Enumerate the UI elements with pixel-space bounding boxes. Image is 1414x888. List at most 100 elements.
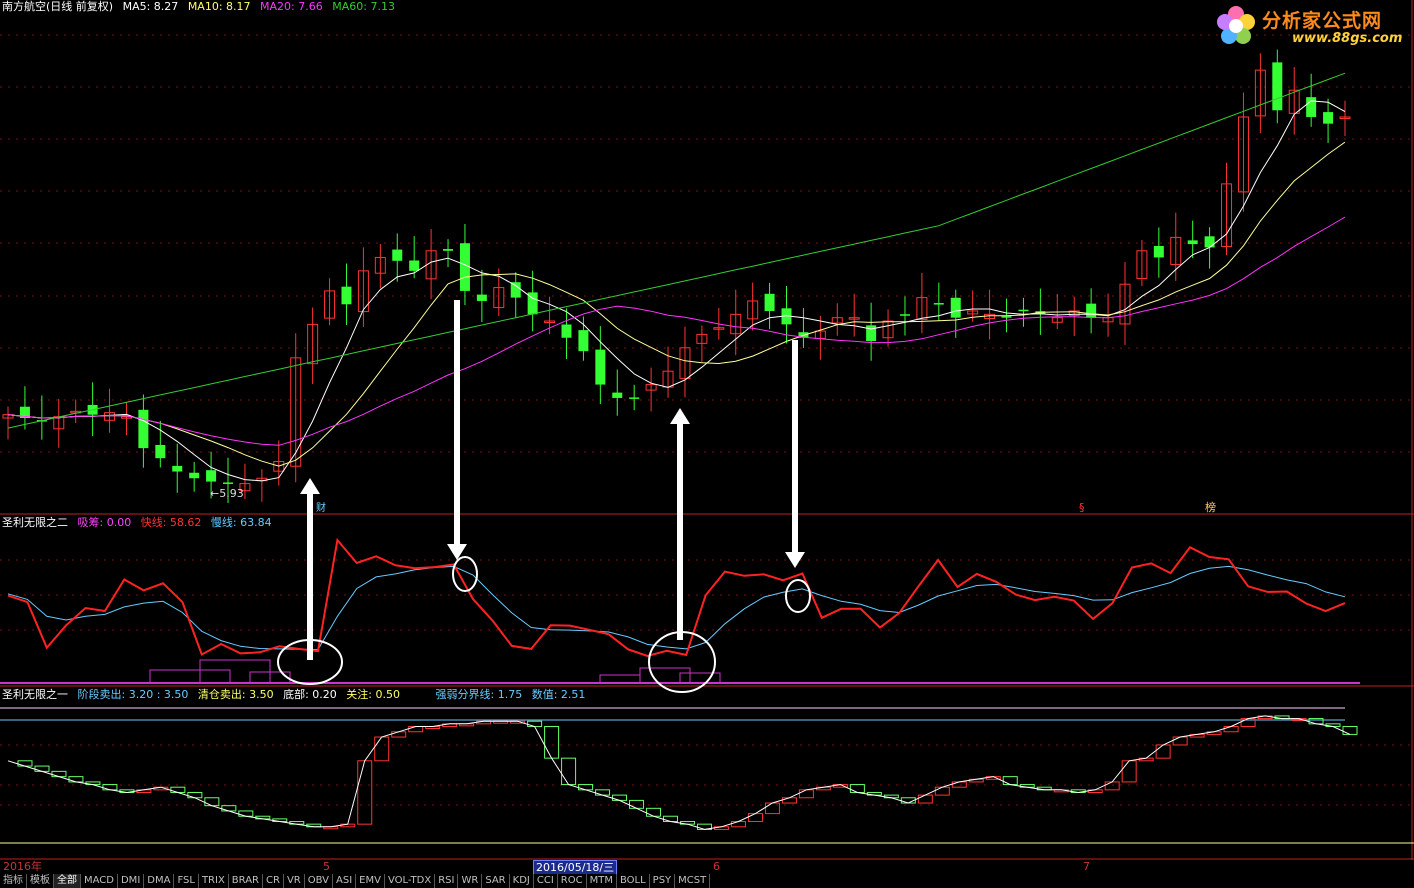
- stock-chart[interactable]: ←5.93 财 § 榜: [0, 0, 1414, 860]
- candle-body-down: [172, 465, 183, 472]
- candle-body-down: [155, 444, 166, 459]
- panel3-value: 数值: 2.51: [531, 688, 586, 701]
- stage-box: [629, 799, 645, 809]
- stage-box: [68, 776, 84, 783]
- candle-body-down: [459, 243, 470, 291]
- stage-box: [204, 797, 220, 807]
- annotation-arrow-up-shaft: [307, 492, 313, 660]
- candle-body-down: [899, 314, 910, 316]
- tab-dmi[interactable]: DMI: [117, 874, 145, 888]
- tab-roc[interactable]: ROC: [557, 874, 587, 888]
- tab-obv[interactable]: OBV: [304, 874, 333, 888]
- tab-emv[interactable]: EMV: [356, 874, 385, 888]
- tab-cci[interactable]: CCI: [533, 874, 558, 888]
- stage-box: [374, 736, 390, 762]
- stage-box: [408, 725, 424, 733]
- slow-line: [7, 565, 1346, 651]
- panel3-clear-sell: 清仓卖出: 3.50: [197, 688, 274, 701]
- tab-trix[interactable]: TRIX: [198, 874, 229, 888]
- candle-body-down: [578, 330, 589, 352]
- logo-url: www.88gs.com: [1292, 31, 1403, 46]
- tab-kdj[interactable]: KDJ: [509, 874, 534, 888]
- fast-line: [7, 537, 1346, 658]
- tab-brar[interactable]: BRAR: [228, 874, 263, 888]
- date-month-6: 6: [713, 860, 720, 873]
- candle-body-down: [341, 286, 352, 305]
- tab-vr[interactable]: VR: [283, 874, 305, 888]
- tab-mcst[interactable]: MCST: [675, 874, 711, 888]
- stage-box: [595, 789, 611, 796]
- stage-box: [357, 760, 373, 825]
- value-line: [7, 715, 1351, 830]
- stage-box: [646, 807, 662, 817]
- ma10-label: MA10: 8.17: [187, 0, 251, 13]
- stock-title: 南方航空(日线 前复权): [2, 0, 114, 13]
- tab-rsi[interactable]: RSI: [435, 874, 459, 888]
- tab-boll[interactable]: BOLL: [616, 874, 650, 888]
- tab-mtm[interactable]: MTM: [586, 874, 617, 888]
- stage-box: [1104, 781, 1120, 791]
- low-price-marker: ←5.93: [210, 487, 244, 500]
- stage-box: [1223, 725, 1239, 733]
- candle-body-down: [223, 482, 234, 484]
- candle-body-down: [189, 472, 200, 479]
- candle-body-down: [1272, 62, 1283, 111]
- stage-box: [951, 781, 967, 788]
- stage-box: [1155, 744, 1171, 759]
- stage-box: [730, 821, 746, 828]
- candle-body-down: [629, 397, 640, 399]
- stage-box: [612, 794, 628, 801]
- tab-指标[interactable]: 指标: [0, 874, 27, 888]
- panel2-title: 圣利无限之二: [2, 516, 68, 529]
- tab-sar[interactable]: SAR: [482, 874, 510, 888]
- tab-asi[interactable]: ASI: [333, 874, 357, 888]
- candle-body-down: [1306, 97, 1317, 117]
- candle-body-down: [561, 324, 572, 338]
- tab-wr[interactable]: WR: [458, 874, 483, 888]
- date-year: 2016年: [3, 860, 42, 873]
- panel3-bottom: 底部: 0.20: [283, 688, 337, 701]
- flower-icon: [1217, 6, 1255, 44]
- date-month-5: 5: [323, 860, 330, 873]
- stage-box: [51, 770, 67, 778]
- tab-fsl[interactable]: FSL: [174, 874, 199, 888]
- panel2-fast: 快线: 58.62: [140, 516, 202, 529]
- panel2-slow: 慢线: 63.84: [210, 516, 272, 529]
- candle-body-down: [443, 249, 454, 251]
- tab-模板[interactable]: 模板: [27, 874, 54, 888]
- candle-body-down: [1204, 236, 1215, 248]
- panel3-watch: 关注: 0.50: [346, 688, 400, 701]
- tab-全部[interactable]: 全部: [54, 874, 81, 888]
- stage-box: [663, 815, 679, 823]
- indicator-tab-bar: 指标 模板 全部 MACD DMI DMA FSL TRIX BRAR CR VR OBV ASI EMV…: [0, 874, 711, 888]
- logo-name: 分析家公式网: [1262, 10, 1383, 32]
- candle-body-down: [1018, 309, 1029, 312]
- candle-body-down: [138, 409, 149, 449]
- annotation-arrow-up-head: [300, 478, 320, 494]
- accumulation-bar: [639, 667, 691, 684]
- stage-box: [917, 794, 933, 804]
- stage-box: [527, 720, 543, 727]
- stage-box: [1342, 725, 1358, 735]
- tab-vol-tdx[interactable]: VOL-TDX: [384, 874, 436, 888]
- stage-box: [187, 791, 203, 799]
- tab-cr[interactable]: CR: [263, 874, 284, 888]
- date-axis: 2016年 5 2016/05/18/三 6 7: [0, 860, 1414, 876]
- panel3-stage-sell: 阶段卖出: 3.20 : 3.50: [77, 688, 189, 701]
- tab-macd[interactable]: MACD: [81, 874, 118, 888]
- accumulation-bar: [599, 674, 641, 684]
- ma60-label: MA60: 7.13: [332, 0, 395, 13]
- date-month-7: 7: [1083, 860, 1090, 873]
- candle-body-down: [1001, 316, 1012, 318]
- panel3-title: 圣利无限之一: [2, 688, 68, 701]
- panel2-xichou: 吸筹: 0.00: [77, 516, 132, 529]
- ma20-label: MA20: 7.66: [260, 0, 323, 13]
- candle-body-down: [764, 293, 775, 311]
- tab-psy[interactable]: PSY: [649, 874, 676, 888]
- annotation-arrow-up-head: [670, 408, 690, 424]
- section-marker: §: [1079, 501, 1085, 514]
- candle-body-down: [612, 392, 623, 398]
- tab-dma[interactable]: DMA: [144, 874, 175, 888]
- stage-box: [17, 760, 33, 767]
- stage-box: [391, 731, 407, 738]
